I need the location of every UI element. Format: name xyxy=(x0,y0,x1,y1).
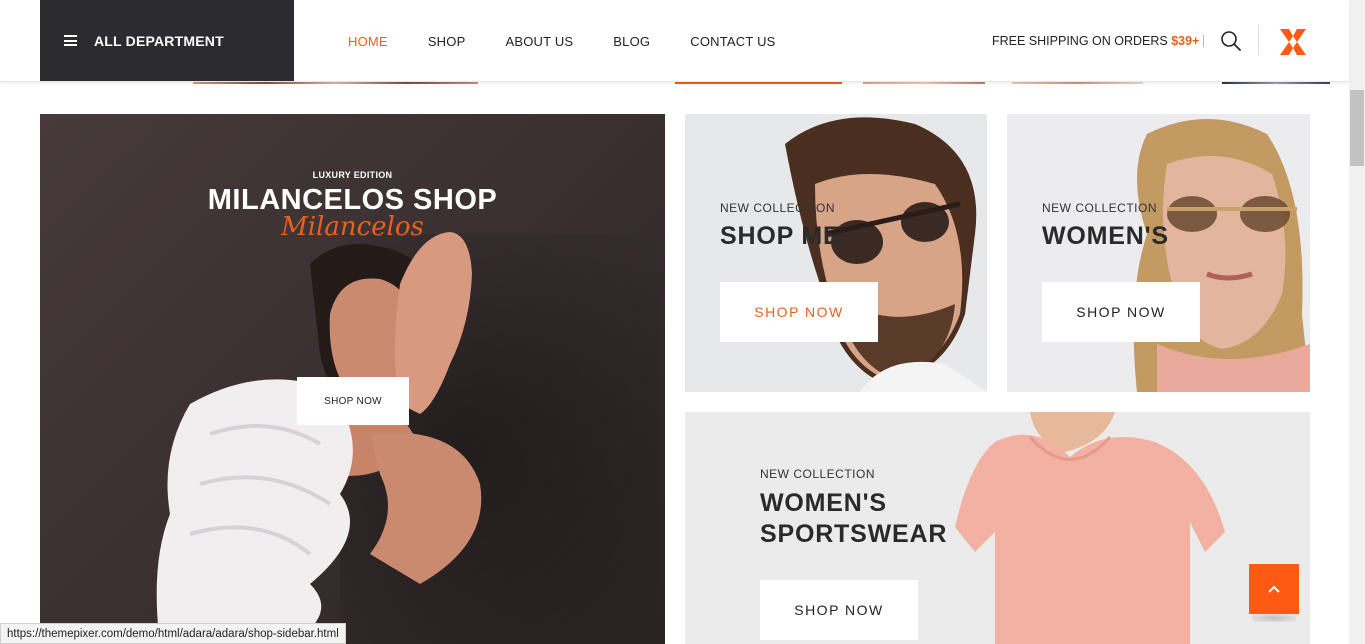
divider xyxy=(1258,25,1259,55)
hero-script: Milancelos xyxy=(281,212,424,242)
all-department-button[interactable]: ALL DEPARTMENT xyxy=(40,0,294,81)
star-logo-icon[interactable] xyxy=(1276,25,1310,59)
back-to-top-button[interactable] xyxy=(1249,564,1299,614)
men-subtitle: NEW COLLECTION xyxy=(720,201,836,215)
men-banner[interactable]: NEW COLLECTION SHOP ME SHOP NOW xyxy=(685,114,987,392)
women-model-illustration xyxy=(1133,119,1310,392)
women-title: WOMEN'S xyxy=(1042,222,1169,250)
nav-contact-us[interactable]: CONTACT US xyxy=(690,34,775,49)
women-shop-now-button[interactable]: SHOP NOW xyxy=(1042,282,1200,342)
shipping-text: FREE SHIPPING ON ORDERS xyxy=(992,34,1172,48)
back-to-top-shadow xyxy=(1252,614,1296,622)
hero-shop-now-button[interactable]: SHOP NOW xyxy=(297,377,409,425)
department-label: ALL DEPARTMENT xyxy=(94,32,224,49)
sportswear-shop-now-button[interactable]: SHOP NOW xyxy=(760,580,918,640)
sportswear-title-line1: WOMEN'S xyxy=(760,489,887,517)
chevron-up-icon xyxy=(1268,585,1280,593)
shipping-notice: FREE SHIPPING ON ORDERS $39+ xyxy=(992,34,1199,48)
men-shop-now-button[interactable]: SHOP NOW xyxy=(720,282,878,342)
hero-subtitle: LUXURY EDITION xyxy=(312,170,393,180)
sportswear-title-line2: SPORTSWEAR xyxy=(760,520,948,548)
status-bar-url: https://themepixer.com/demo/html/adara/a… xyxy=(0,623,346,644)
menu-icon xyxy=(64,35,77,46)
nav-home[interactable]: HOME xyxy=(348,34,388,49)
sportswear-banner[interactable]: NEW COLLECTION WOMEN'S SPORTSWEAR SHOP N… xyxy=(685,412,1310,644)
nav-blog[interactable]: BLOG xyxy=(613,34,650,49)
nav-shop[interactable]: SHOP xyxy=(428,34,466,49)
vertical-scrollbar[interactable] xyxy=(1349,0,1365,644)
hero-banner[interactable]: LUXURY EDITION MILANCELOS SHOP Milancelo… xyxy=(40,114,665,644)
men-model-illustration xyxy=(785,117,987,392)
main-nav: HOME SHOP ABOUT US BLOG CONTACT US xyxy=(348,0,816,82)
scrollbar-thumb[interactable] xyxy=(1350,90,1364,166)
men-title: SHOP ME xyxy=(720,222,841,250)
sportswear-subtitle: NEW COLLECTION xyxy=(760,467,876,481)
women-banner[interactable]: NEW COLLECTION WOMEN'S SHOP NOW xyxy=(1007,114,1310,392)
site-header: ALL DEPARTMENT HOME SHOP ABOUT US BLOG C… xyxy=(0,0,1349,82)
women-subtitle: NEW COLLECTION xyxy=(1042,201,1158,215)
search-icon[interactable] xyxy=(1220,30,1242,52)
divider xyxy=(1203,35,1204,47)
nav-about-us[interactable]: ABOUT US xyxy=(505,34,573,49)
shipping-amount: $39+ xyxy=(1171,34,1200,48)
